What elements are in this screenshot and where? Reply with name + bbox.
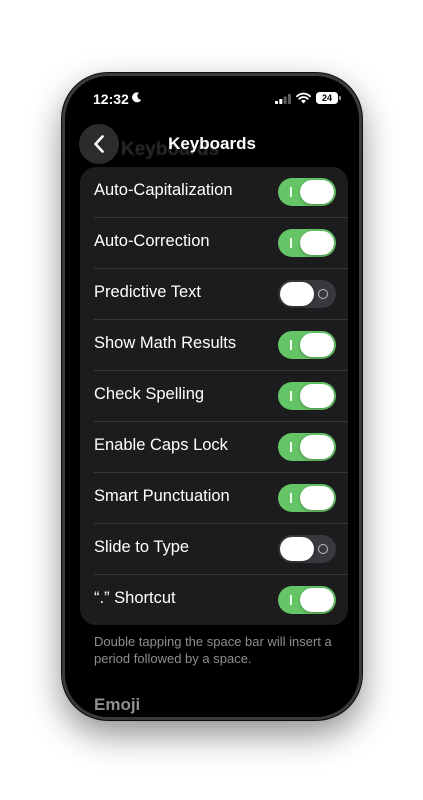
auto-correction-toggle[interactable] <box>278 229 336 257</box>
status-time: 12:32 <box>93 91 129 107</box>
toggle-on-mark <box>290 391 292 401</box>
section-header-emoji: Emoji <box>94 695 141 714</box>
toggle-off-mark <box>318 544 328 554</box>
enable-caps-lock-toggle[interactable] <box>278 433 336 461</box>
auto-capitalization-toggle[interactable] <box>278 178 336 206</box>
toggle-knob <box>300 333 334 357</box>
toggle-on-mark <box>290 442 292 452</box>
toggle-knob <box>300 435 334 459</box>
setting-label: Show Math Results <box>94 334 237 352</box>
phone-frame: 12:32 24 Keyboards Keyboards Auto-Capita… <box>62 73 362 720</box>
moon-icon <box>132 92 142 103</box>
settings-row-auto-correction: Auto-Correction <box>80 218 348 269</box>
toggle-on-mark <box>290 238 292 248</box>
battery-tip <box>339 96 341 100</box>
page-title: Keyboards <box>168 134 256 153</box>
setting-label: Check Spelling <box>94 385 205 403</box>
check-spelling-toggle[interactable] <box>278 382 336 410</box>
wifi-icon <box>296 92 311 104</box>
setting-label: “.” Shortcut <box>94 589 176 607</box>
settings-row-auto-capitalization: Auto-Capitalization <box>80 167 348 218</box>
settings-group: Auto-Capitalization Auto-Correction Pred… <box>80 167 348 625</box>
toggle-off-mark <box>318 289 328 299</box>
setting-label: Predictive Text <box>94 283 201 301</box>
settings-row-show-math-results: Show Math Results <box>80 320 348 371</box>
toggle-knob <box>300 180 334 204</box>
battery-icon: 24 <box>316 92 338 104</box>
setting-label: Slide to Type <box>94 538 190 556</box>
period-shortcut-toggle[interactable] <box>278 586 336 614</box>
show-math-results-toggle[interactable] <box>278 331 336 359</box>
setting-label: Auto-Correction <box>94 232 210 250</box>
status-bar: 12:32 24 <box>65 76 359 122</box>
settings-row-smart-punctuation: Smart Punctuation <box>80 473 348 524</box>
period-shortcut-footnote: Double tapping the space bar will insert… <box>94 634 332 666</box>
settings-row-enable-caps-lock: Enable Caps Lock <box>80 422 348 473</box>
setting-label: Enable Caps Lock <box>94 436 228 454</box>
setting-label: Auto-Capitalization <box>94 181 233 199</box>
toggle-knob <box>300 588 334 612</box>
toggle-knob <box>300 231 334 255</box>
toggle-on-mark <box>290 187 292 197</box>
predictive-text-toggle[interactable] <box>278 280 336 308</box>
dynamic-island <box>168 85 262 112</box>
smart-punctuation-toggle[interactable] <box>278 484 336 512</box>
toggle-on-mark <box>290 340 292 350</box>
slide-to-type-toggle[interactable] <box>278 535 336 563</box>
toggle-knob <box>300 486 334 510</box>
settings-row-predictive-text: Predictive Text <box>80 269 348 320</box>
setting-label: Smart Punctuation <box>94 487 230 505</box>
signal-icon <box>275 94 291 104</box>
toggle-on-mark <box>290 493 292 503</box>
settings-row-slide-to-type: Slide to Type <box>80 524 348 575</box>
toggle-on-mark <box>290 595 292 605</box>
nav-bar: Keyboards Keyboards <box>65 122 359 166</box>
toggle-knob <box>280 537 314 561</box>
settings-row-check-spelling: Check Spelling <box>80 371 348 422</box>
toggle-knob <box>300 384 334 408</box>
toggle-knob <box>280 282 314 306</box>
settings-row-period-shortcut: “.” Shortcut <box>80 575 348 625</box>
